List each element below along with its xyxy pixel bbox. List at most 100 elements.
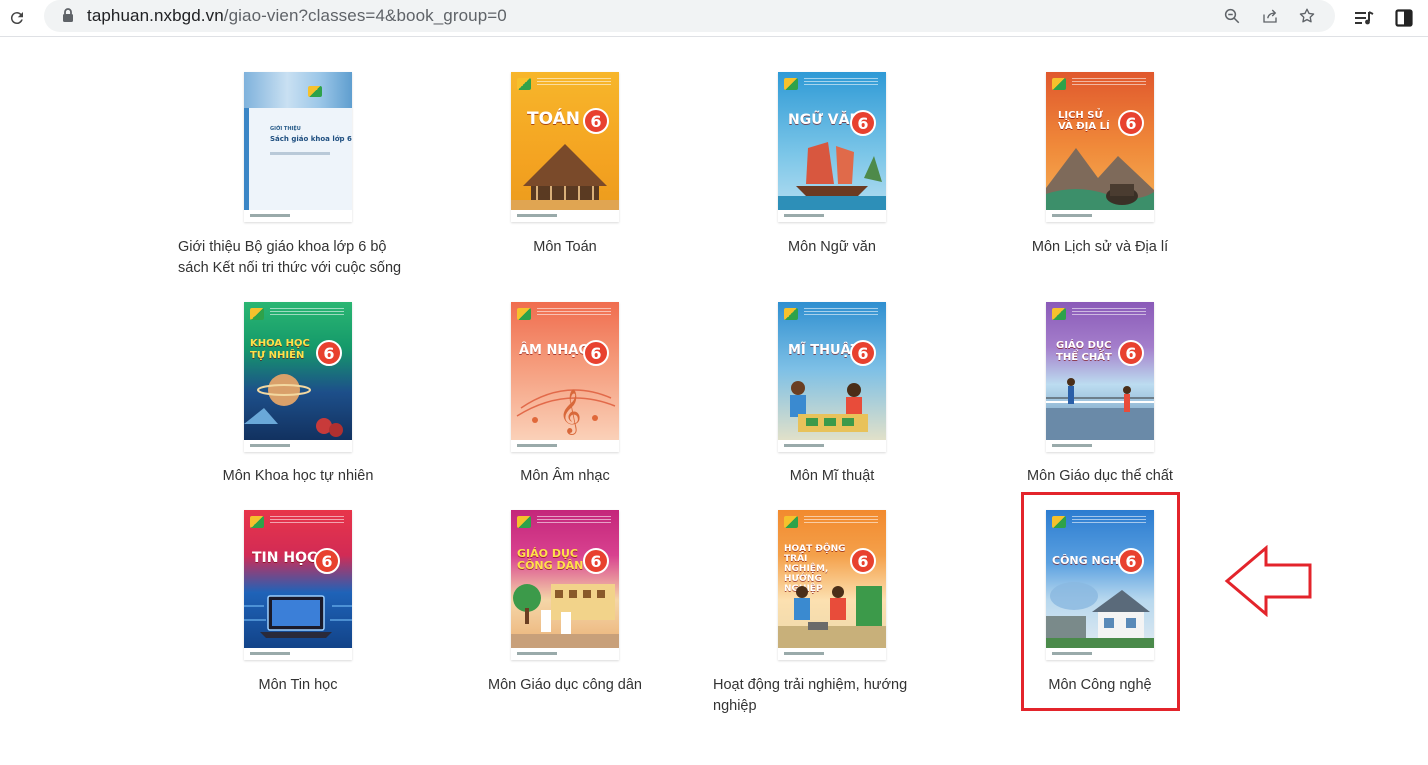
cover-banner: [244, 72, 352, 108]
cover-footer: [244, 210, 352, 222]
cover-footer: [244, 440, 352, 452]
book-caption[interactable]: Môn Ngữ văn: [752, 237, 912, 258]
side-panel-icon[interactable]: [1390, 4, 1418, 32]
cover-footer: [1046, 440, 1154, 452]
cover-footer: [511, 440, 619, 452]
book-cover-toan[interactable]: TOÁN 6: [511, 72, 619, 222]
book-caption[interactable]: Môn Toán: [485, 237, 645, 258]
book-caption[interactable]: Môn Giáo dục thể chất: [1010, 466, 1190, 487]
publisher-logo-icon: [308, 86, 322, 97]
cover-title: TIN HỌC: [252, 550, 318, 566]
book-cover-lich-su[interactable]: LỊCH SỬ VÀ ĐỊA LÍ 6: [1046, 72, 1154, 222]
cover-stripe: [244, 108, 249, 222]
cover-title: LỊCH SỬ VÀ ĐỊA LÍ: [1058, 110, 1110, 132]
grade-badge: 6: [583, 340, 609, 366]
book-cover-mi-thuat[interactable]: MĨ THUẬT 6: [778, 302, 886, 452]
left-arrow-icon: [1224, 544, 1314, 622]
book-caption[interactable]: Môn Âm nhạc: [485, 466, 645, 487]
url-host: taphuan.nxbgd.vn: [87, 6, 224, 25]
share-icon[interactable]: [1258, 4, 1282, 28]
cover-authors: [804, 308, 878, 317]
url-path: /giao-vien?classes=4&book_group=0: [223, 6, 507, 25]
book-caption[interactable]: Hoạt động trải nghiệm, hướng nghiệp: [713, 675, 928, 717]
cover-illustration: [511, 576, 619, 648]
browser-toolbar: taphuan.nxbgd.vn/giao-vien?classes=4&boo…: [0, 0, 1428, 37]
cover-title: Sách giáo khoa lớp 6: [270, 135, 352, 143]
publisher-logo-icon: [517, 516, 531, 528]
cover-footer: [1046, 210, 1154, 222]
book-caption[interactable]: Giới thiệu Bộ giáo khoa lớp 6 bộ sách Kế…: [178, 237, 418, 279]
cover-illustration: [778, 368, 886, 440]
cover-subtitle-line: [270, 152, 330, 155]
cover-title: TOÁN: [527, 109, 580, 129]
book-cover-ngu-van[interactable]: NGỮ VĂN 6: [778, 72, 886, 222]
publisher-logo-icon: [517, 78, 531, 90]
cover-footer: [244, 648, 352, 660]
publisher-logo-icon: [1052, 78, 1066, 90]
cover-illustration: [778, 576, 886, 648]
cover-illustration: [244, 368, 352, 440]
publisher-logo-icon: [784, 308, 798, 320]
url-text[interactable]: taphuan.nxbgd.vn/giao-vien?classes=4&boo…: [87, 6, 507, 26]
address-bar[interactable]: taphuan.nxbgd.vn/giao-vien?classes=4&boo…: [44, 0, 1335, 32]
publisher-logo-icon: [250, 308, 264, 320]
cover-illustration: [1046, 368, 1154, 440]
grade-badge: 6: [314, 548, 340, 574]
cover-authors: [270, 516, 344, 525]
book-cover-tin-hoc[interactable]: TIN HỌC 6: [244, 510, 352, 660]
book-cover-gdcd[interactable]: GIÁO DỤC CÔNG DÂN 6: [511, 510, 619, 660]
book-cover-gdtc[interactable]: GIÁO DỤC THỂ CHẤT 6: [1046, 302, 1154, 452]
publisher-logo-icon: [250, 516, 264, 528]
book-caption[interactable]: Môn Giáo dục công dân: [475, 675, 655, 696]
bookmark-star-icon[interactable]: [1295, 4, 1319, 28]
cover-illustration: [1046, 138, 1154, 210]
book-caption[interactable]: Môn Mĩ thuật: [752, 466, 912, 487]
zoom-icon[interactable]: [1220, 4, 1244, 28]
lock-icon[interactable]: [62, 8, 74, 28]
grade-badge: 6: [850, 110, 876, 136]
grade-badge: 6: [583, 548, 609, 574]
cover-title: GIÁO DỤC CÔNG DÂN: [517, 547, 584, 572]
grade-badge: 6: [1118, 340, 1144, 366]
grade-badge: 6: [850, 548, 876, 574]
svg-text:𝄞: 𝄞: [559, 389, 581, 435]
cover-footer: [778, 440, 886, 452]
cover-kicker: GIỚI THIỆU: [270, 126, 301, 132]
cover-authors: [804, 516, 878, 525]
publisher-logo-icon: [1052, 308, 1066, 320]
book-caption[interactable]: Môn Lịch sử và Địa lí: [1010, 237, 1190, 258]
cover-title: ÂM NHẠC: [519, 343, 588, 358]
grade-badge: 6: [316, 340, 342, 366]
book-cover-am-nhac[interactable]: ÂM NHẠC 6 𝄞: [511, 302, 619, 452]
cover-footer: [511, 648, 619, 660]
cover-title: GIÁO DỤC THỂ CHẤT: [1056, 340, 1112, 363]
cover-authors: [537, 308, 611, 317]
cover-illustration: [511, 138, 619, 210]
cover-title: MĨ THUẬT: [788, 343, 860, 358]
book-cover-hdtn[interactable]: HOẠT ĐỘNG TRẢI NGHIỆM, HƯỚNG NGHIỆP 6: [778, 510, 886, 660]
highlight-box: [1021, 492, 1180, 711]
cover-title: KHOA HỌC TỰ NHIÊN: [250, 338, 310, 361]
book-cover-khtn[interactable]: KHOA HỌC TỰ NHIÊN 6: [244, 302, 352, 452]
cover-authors: [804, 78, 878, 87]
cover-authors: [1072, 78, 1146, 87]
book-caption[interactable]: Môn Khoa học tự nhiên: [208, 466, 388, 487]
grade-badge: 6: [1118, 110, 1144, 136]
book-cover-intro[interactable]: GIỚI THIỆU Sách giáo khoa lớp 6: [244, 72, 352, 222]
cover-illustration: [244, 576, 352, 648]
publisher-logo-icon: [517, 308, 531, 320]
cover-authors: [537, 516, 611, 525]
cover-footer: [778, 648, 886, 660]
book-caption[interactable]: Môn Tin học: [218, 675, 378, 696]
grade-badge: 6: [583, 108, 609, 134]
cover-illustration: 𝄞: [511, 368, 619, 440]
media-control-icon[interactable]: [1350, 4, 1378, 32]
publisher-logo-icon: [784, 78, 798, 90]
grade-badge: 6: [850, 340, 876, 366]
cover-illustration: [778, 138, 886, 210]
cover-authors: [270, 308, 344, 317]
cover-footer: [778, 210, 886, 222]
reload-icon[interactable]: [3, 4, 31, 32]
cover-footer: [511, 210, 619, 222]
cover-authors: [537, 78, 611, 87]
